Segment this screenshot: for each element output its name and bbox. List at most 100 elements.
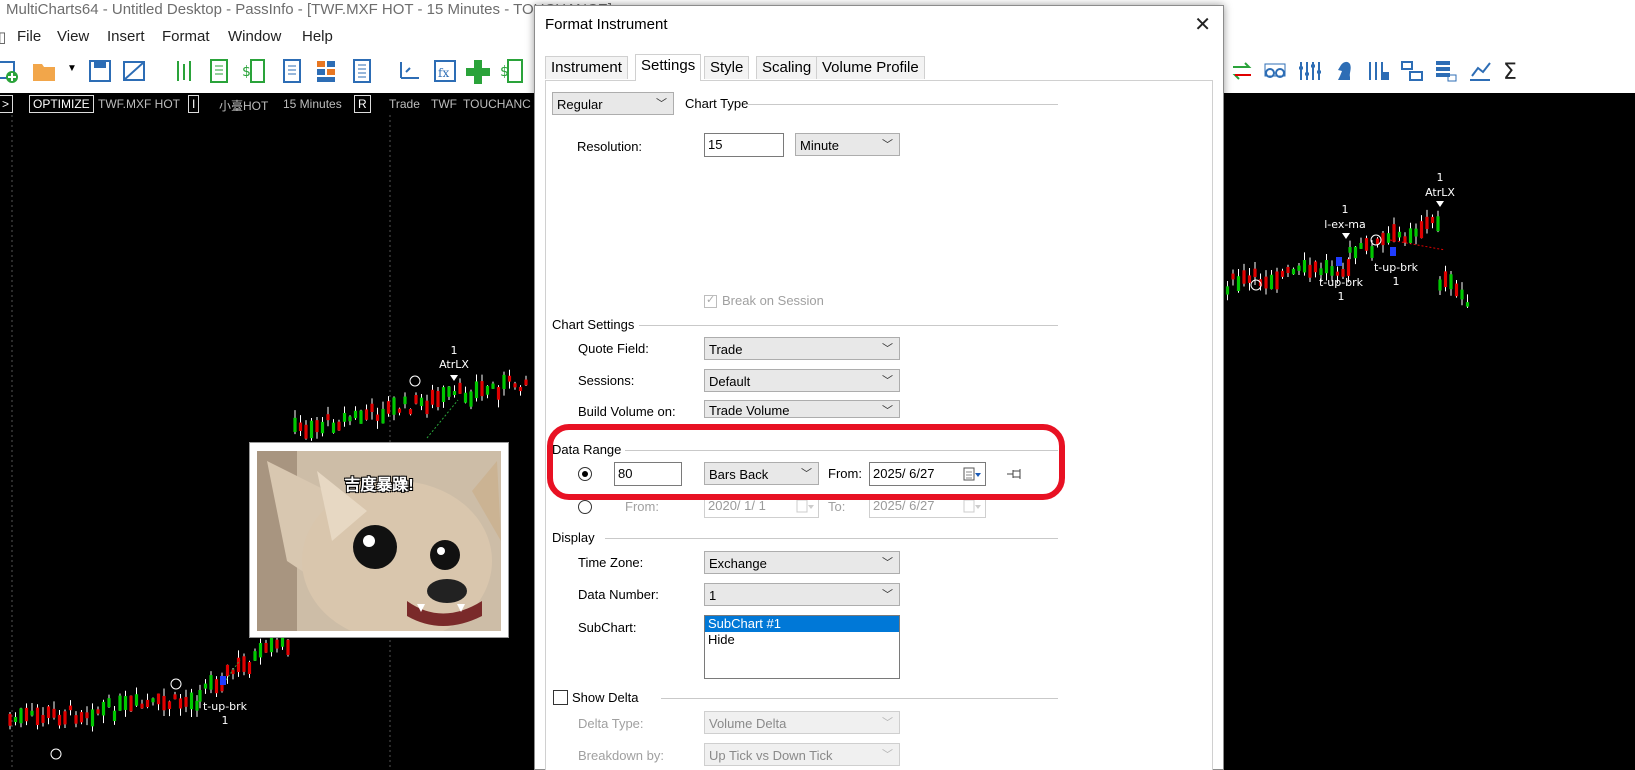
- from-date-picker[interactable]: 2025/ 6/27: [869, 462, 986, 486]
- candle-body: [1280, 270, 1285, 277]
- binoculars-icon[interactable]: [1263, 58, 1287, 84]
- quote-field-text: Trade: [389, 97, 420, 111]
- format-instrument-dialog: Format Instrument ✕ Instrument Settings …: [534, 5, 1224, 770]
- candle-body: [408, 409, 413, 415]
- menu-format[interactable]: Format: [162, 28, 210, 45]
- short-entry-marker: [220, 676, 226, 685]
- time-zone-select[interactable]: Exchange ﹀: [704, 551, 900, 574]
- range-from-date-picker[interactable]: 2020/ 1/ 1: [704, 494, 819, 518]
- cascade-icon[interactable]: [1400, 58, 1424, 84]
- strategy-icon[interactable]: $: [500, 58, 524, 84]
- candle-body: [209, 675, 213, 690]
- pin-icon[interactable]: [1005, 467, 1023, 481]
- close-chart-icon[interactable]: [122, 58, 146, 84]
- chevron-down-icon: ﹀: [882, 557, 893, 569]
- calendar-icon[interactable]: [963, 467, 981, 481]
- tile-icon[interactable]: [1434, 58, 1458, 84]
- dollar-report-icon[interactable]: $: [242, 58, 266, 84]
- menu-view[interactable]: View: [57, 28, 89, 45]
- candle-body: [364, 409, 369, 420]
- quote-field-select[interactable]: Trade ﹀: [704, 337, 900, 360]
- trade-line: [1389, 239, 1446, 251]
- resolution-input[interactable]: 15: [704, 133, 784, 157]
- tab-volume-profile[interactable]: Volume Profile: [816, 56, 925, 79]
- show-delta-checkbox[interactable]: [553, 690, 568, 705]
- close-icon[interactable]: ✕: [1194, 12, 1211, 37]
- candle-body: [370, 403, 374, 412]
- break-on-session-checkbox[interactable]: ✓: [704, 294, 717, 308]
- scanner-icon[interactable]: [280, 58, 304, 84]
- tab-style[interactable]: Style: [704, 56, 750, 79]
- candle-body: [63, 711, 67, 725]
- candle-body: [1408, 228, 1413, 244]
- chart-type-select[interactable]: Regular ﹀: [552, 92, 674, 115]
- bar-chart-icon[interactable]: [172, 58, 196, 84]
- insert-study-icon[interactable]: [398, 58, 422, 84]
- list-item[interactable]: Hide: [705, 632, 899, 648]
- bars-back-input[interactable]: 80: [614, 462, 682, 486]
- tab-scaling[interactable]: Scaling: [756, 56, 818, 79]
- sessions-select[interactable]: Default ﹀: [704, 369, 900, 392]
- sum-icon[interactable]: Σ: [1502, 58, 1526, 84]
- resolution-unit-value: Minute: [800, 138, 840, 153]
- candle-body: [1269, 274, 1274, 290]
- open-folder-icon[interactable]: [32, 58, 56, 84]
- bars-back-radio[interactable]: [578, 467, 592, 481]
- list-icon[interactable]: [350, 58, 374, 84]
- grid-icon[interactable]: [314, 58, 338, 84]
- date-range-radio[interactable]: [578, 500, 592, 514]
- exchange-text: TWF: [431, 97, 457, 111]
- candle-body: [162, 695, 166, 711]
- resolution-unit-select[interactable]: Minute ﹀: [795, 133, 900, 156]
- save-icon[interactable]: [88, 58, 112, 84]
- candle-body: [507, 375, 512, 382]
- add-indicator-icon[interactable]: [466, 58, 490, 84]
- build-volume-select[interactable]: Trade Volume ﹀: [704, 400, 900, 418]
- resolution-box[interactable]: R: [354, 95, 371, 113]
- chevron-down-icon[interactable]: ▼: [67, 63, 77, 74]
- candle-body: [96, 709, 100, 714]
- range-to-date-picker[interactable]: 2025/ 6/27: [869, 494, 986, 518]
- candle-body: [359, 410, 363, 424]
- candle-body: [198, 689, 202, 702]
- menu-window[interactable]: Window: [228, 28, 281, 45]
- document-icon[interactable]: [207, 58, 231, 84]
- tab-settings[interactable]: Settings: [635, 54, 702, 81]
- menu-file[interactable]: File: [17, 28, 41, 45]
- list-item[interactable]: SubChart #1: [705, 616, 899, 632]
- instrument-box[interactable]: I: [188, 95, 200, 113]
- chart-type-label: Chart Type: [685, 96, 749, 111]
- chess-knight-icon[interactable]: [1332, 58, 1356, 84]
- candle-body: [52, 708, 56, 718]
- candle-body: [1346, 259, 1351, 276]
- candle-body: [375, 414, 380, 421]
- menu-help[interactable]: Help: [302, 28, 333, 45]
- candle-body: [1231, 273, 1235, 280]
- candle-body: [269, 637, 274, 653]
- menu-insert[interactable]: Insert: [107, 28, 145, 45]
- candle-body: [518, 386, 523, 392]
- collapse-box[interactable]: >: [0, 95, 14, 113]
- trend-chart-icon[interactable]: [1468, 58, 1492, 84]
- candle-body: [1449, 274, 1453, 290]
- subchart-listbox[interactable]: SubChart #1 Hide: [704, 615, 900, 679]
- optimize-button[interactable]: OPTIMIZE: [29, 95, 94, 113]
- swap-icon[interactable]: [1230, 58, 1254, 84]
- candle-body: [1253, 268, 1257, 278]
- t-up-brk-label: t-up-brk: [1374, 261, 1419, 274]
- tab-instrument[interactable]: Instrument: [545, 56, 628, 79]
- data-number-select[interactable]: 1 ﹀: [704, 583, 900, 606]
- bars-mode-select[interactable]: Bars Back ﹀: [704, 462, 819, 485]
- candle-body: [1375, 238, 1380, 245]
- calendar-icon: [963, 499, 981, 513]
- bars-mode-value: Bars Back: [709, 467, 769, 482]
- new-chart-icon[interactable]: [0, 58, 20, 84]
- function-icon[interactable]: fx: [433, 58, 457, 84]
- breakdown-select[interactable]: Up Tick vs Down Tick ﹀: [704, 743, 900, 766]
- candle-body: [1225, 286, 1230, 295]
- candle-body: [397, 408, 402, 413]
- sliders-icon[interactable]: [1297, 58, 1321, 84]
- delta-type-select[interactable]: Volume Delta ﹀: [704, 711, 900, 734]
- equalizer-icon[interactable]: [1366, 58, 1390, 84]
- candle-body: [1438, 279, 1442, 291]
